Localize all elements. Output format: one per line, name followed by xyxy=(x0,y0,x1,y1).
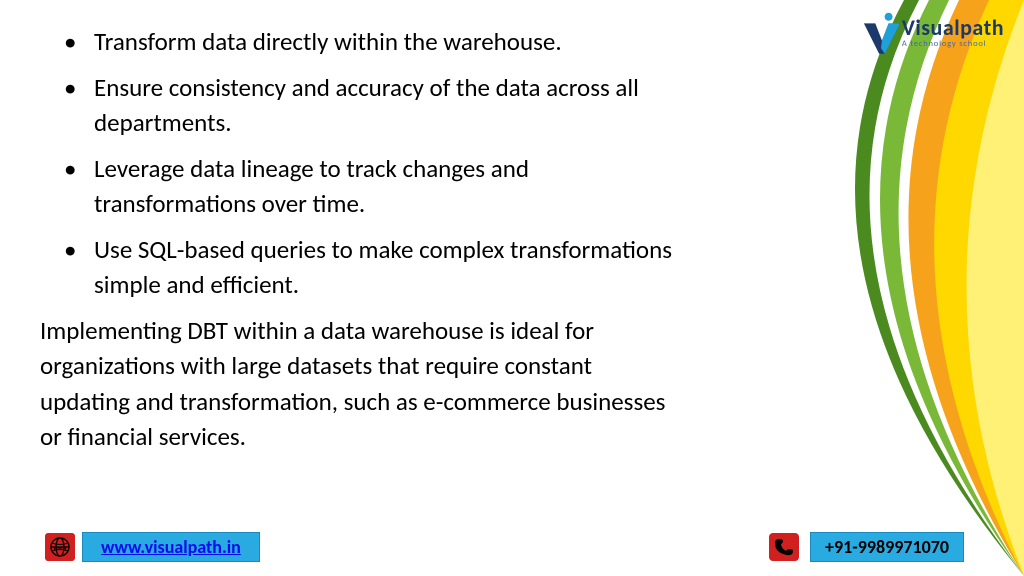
phone-number: +91-9989971070 xyxy=(825,536,949,558)
globe-icon: WWW xyxy=(44,532,76,562)
logo-subtitle: A technology school xyxy=(902,40,1004,49)
background-swoosh xyxy=(704,0,1024,576)
bullet-item: Use SQL-based queries to make complex tr… xyxy=(40,232,680,303)
website-link[interactable]: www.visualpath.in xyxy=(101,536,241,558)
bullet-item: Leverage data lineage to track changes a… xyxy=(40,151,680,222)
website-badge[interactable]: www.visualpath.in xyxy=(82,532,260,562)
slide-content: Transform data directly within the wareh… xyxy=(40,24,680,455)
phone-badge: +91-9989971070 xyxy=(810,532,964,562)
footer-bar: WWW www.visualpath.in +91-9989971070 xyxy=(78,532,964,562)
paragraph-text: Implementing DBT within a data warehouse… xyxy=(40,313,680,455)
bullet-item: Transform data directly within the wareh… xyxy=(40,24,680,60)
phone-icon xyxy=(768,532,800,562)
bullet-item: Ensure consistency and accuracy of the d… xyxy=(40,70,680,141)
bullet-list: Transform data directly within the wareh… xyxy=(40,24,680,303)
brand-logo: Visualpath A technology school xyxy=(862,12,1004,54)
logo-title: Visualpath xyxy=(902,17,1004,39)
logo-mark-icon xyxy=(862,12,900,54)
svg-text:WWW: WWW xyxy=(53,546,67,552)
